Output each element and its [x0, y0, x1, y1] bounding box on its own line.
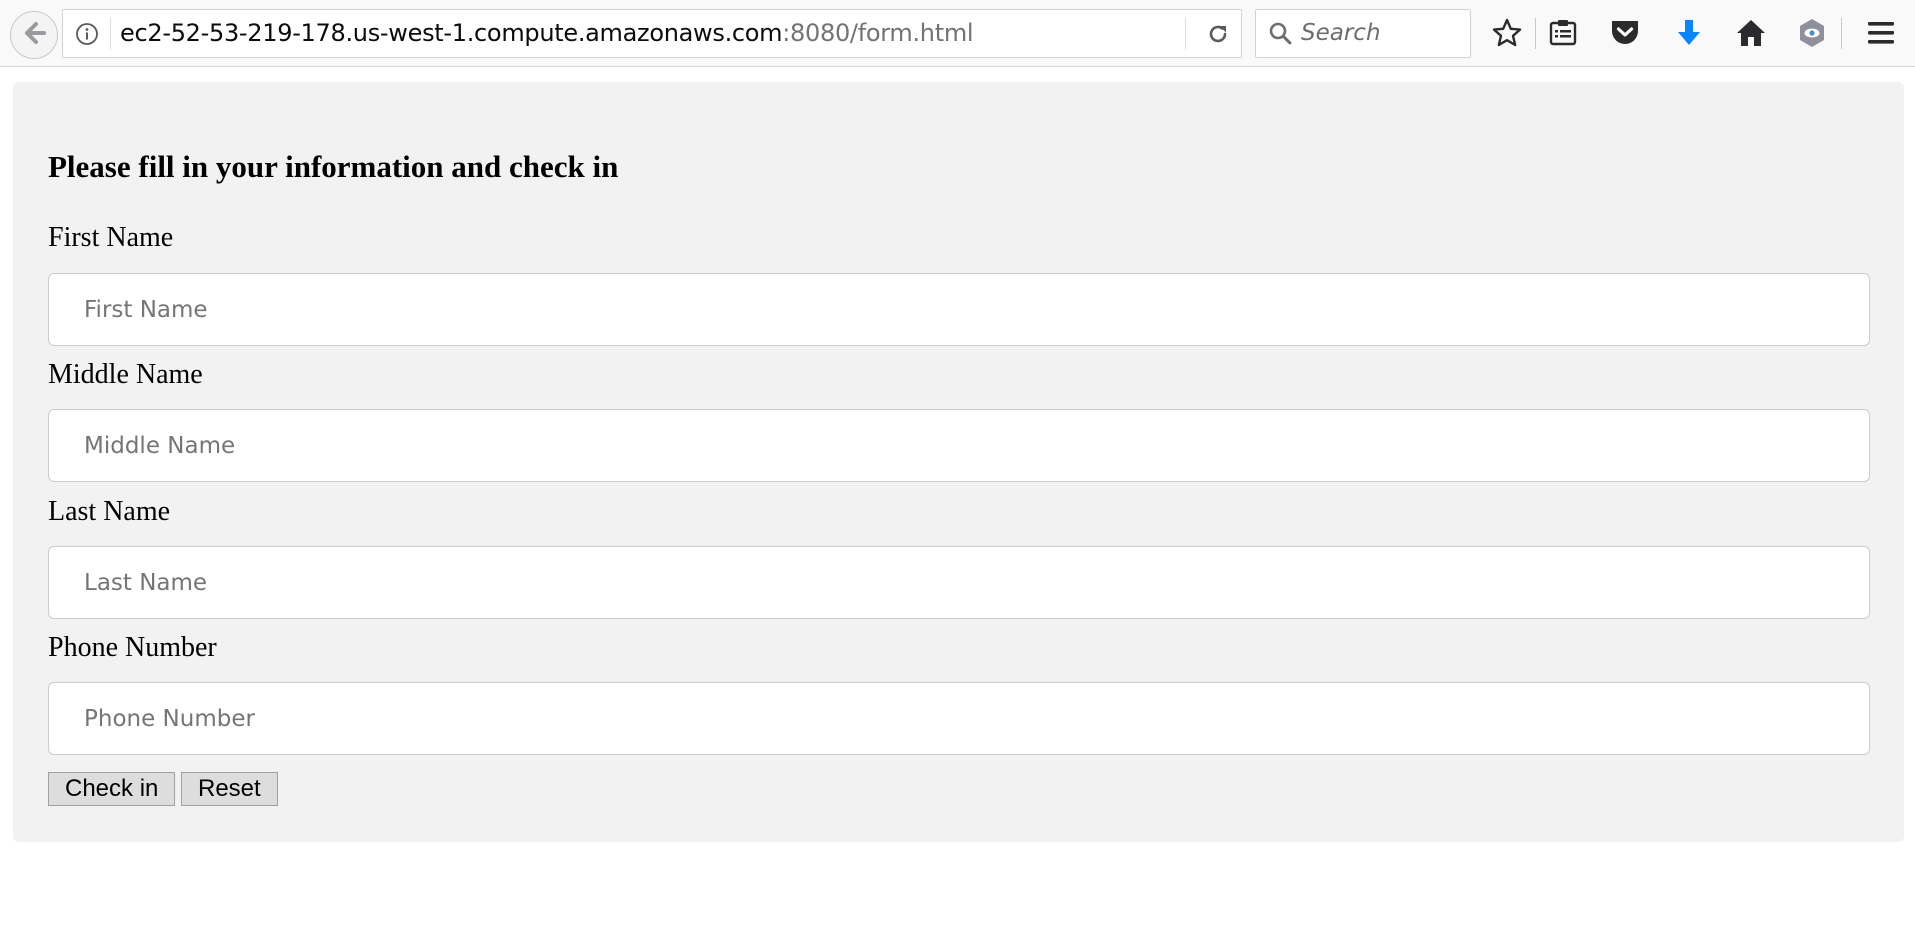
toolbar-divider: [1841, 18, 1842, 49]
middle-name-input[interactable]: [48, 409, 1870, 482]
reload-icon[interactable]: [1205, 21, 1231, 47]
url-path: :8080/form.html: [782, 19, 974, 47]
first-name-label: First Name: [48, 222, 174, 253]
pocket-icon[interactable]: [1608, 16, 1642, 50]
info-icon[interactable]: [75, 22, 99, 46]
back-button[interactable]: [10, 11, 58, 59]
middle-name-label: Middle Name: [48, 359, 203, 390]
back-arrow-icon: [20, 19, 48, 52]
bookmark-star-icon[interactable]: [1490, 16, 1524, 50]
last-name-input[interactable]: [48, 546, 1870, 619]
url-divider: [110, 17, 111, 50]
page-title: Please fill in your information and chec…: [48, 149, 619, 184]
menu-icon[interactable]: [1864, 16, 1898, 50]
toolbar-divider: [1535, 18, 1536, 49]
url-host: ec2-52-53-219-178.us-west-1.compute.amaz…: [120, 19, 783, 47]
extension-icon[interactable]: [1795, 16, 1829, 50]
browser-toolbar: ec2-52-53-219-178.us-west-1.compute.amaz…: [0, 0, 1915, 67]
search-placeholder: Search: [1301, 20, 1381, 46]
home-icon[interactable]: [1734, 16, 1768, 50]
search-icon: [1268, 21, 1294, 47]
phone-number-label: Phone Number: [48, 632, 217, 663]
reset-button[interactable]: Reset: [181, 772, 278, 806]
reader-list-icon[interactable]: [1546, 16, 1580, 50]
address-bar[interactable]: ec2-52-53-219-178.us-west-1.compute.amaz…: [62, 9, 1242, 58]
check-in-button[interactable]: Check in: [48, 772, 176, 806]
reload-divider: [1185, 17, 1186, 50]
search-bar[interactable]: Search: [1255, 9, 1471, 58]
phone-number-input[interactable]: [48, 682, 1870, 755]
checkin-form: Please fill in your information and chec…: [13, 82, 1904, 842]
last-name-label: Last Name: [48, 496, 171, 527]
url-text[interactable]: ec2-52-53-219-178.us-west-1.compute.amaz…: [120, 10, 974, 57]
download-icon[interactable]: [1672, 16, 1706, 50]
first-name-input[interactable]: [48, 273, 1870, 346]
